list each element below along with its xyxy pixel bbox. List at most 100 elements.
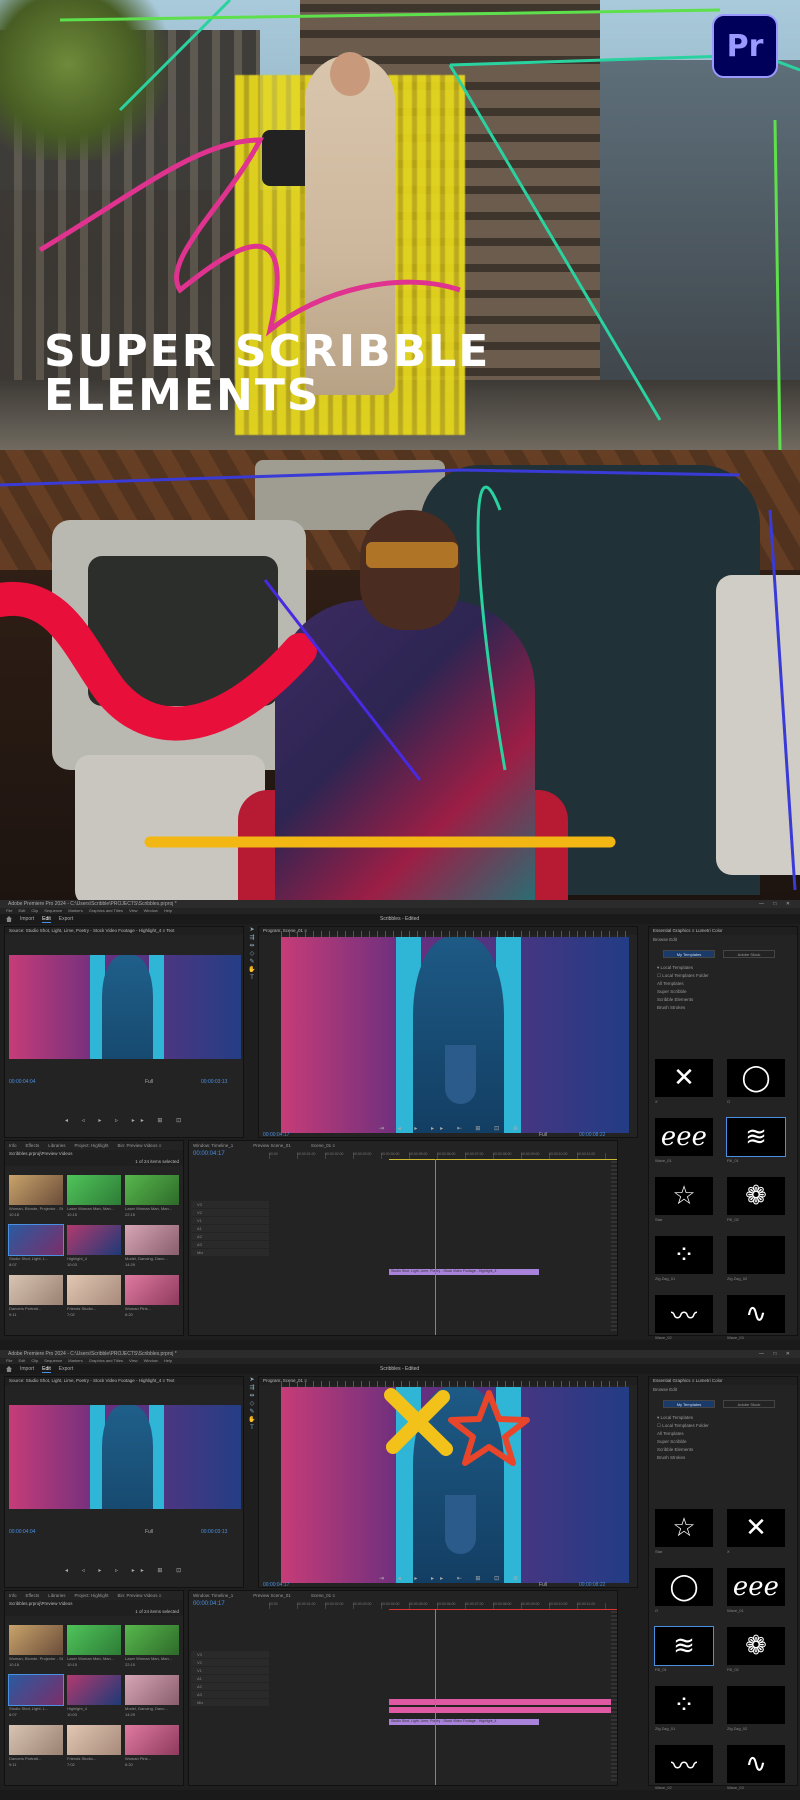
track-header[interactable]: A2 [191,1233,269,1240]
bin-item[interactable]: Woman, Blonde, Projector - Stock ...10:1… [9,1625,63,1667]
track-header[interactable]: V1 [191,1667,269,1674]
workspace-tab[interactable]: Import [20,916,34,922]
graphics-clip-1[interactable] [389,1699,617,1705]
egp-source-button[interactable]: Adobe Stock [723,950,775,958]
source-monitor-tabs[interactable]: Source: Studio Shot, Light, Lime, Poetry… [5,1377,243,1385]
program-timecode-in[interactable]: 00:00:04:17 [263,1582,289,1588]
workspace-tab[interactable]: Export [59,916,73,922]
graphics-clip-2[interactable] [389,1707,617,1713]
timeline-tab[interactable]: Scene_01 ≡ [311,1143,335,1148]
timeline-tab[interactable]: Scene_01 ≡ [311,1593,335,1598]
track-select-icon[interactable]: ⇶ [248,1384,256,1392]
egp-folder-item[interactable]: Super Scribble [657,988,789,996]
egp-template-item[interactable]: ◯ O [727,1059,789,1104]
egp-template-item[interactable]: ☆ Star [655,1177,717,1222]
pen-tool-icon[interactable]: ✎ [248,1408,256,1416]
egp-folder-item[interactable]: Super Scribble [657,1438,789,1446]
ripple-edit-icon[interactable]: ⇹ [248,1392,256,1400]
home-icon[interactable] [6,916,12,922]
egp-tabs[interactable]: Browse Edit [649,935,797,944]
project-tab[interactable]: Project: Highlight [74,1593,108,1598]
timeline-timecode[interactable]: 00:00:04:17 [193,1601,225,1607]
project-tab[interactable]: Effects [26,1143,40,1148]
program-timecode-in[interactable]: 00:00:04:17 [263,1132,289,1138]
track-header[interactable]: A1 [191,1225,269,1232]
bin-item[interactable]: Dancers Portrait... 9:11 [9,1275,63,1317]
egp-template-item[interactable]: ✕ X [655,1059,717,1104]
type-tool-icon[interactable]: T [248,974,256,982]
egp-template-item[interactable]: ≋ Fill_01 [654,1626,717,1672]
bin-item[interactable]: Woman Pink... 6:20 [125,1725,179,1767]
timeline-tab[interactable]: Preview Scene_01 [253,1593,291,1598]
program-playback-controls[interactable]: ⇥ ◂ ▸ ▸▸ ⇤ ⊞ ⊡ ⊕ [379,1125,524,1132]
bin-item[interactable]: Laser Woman Man, Man... 22:15 [125,1175,179,1217]
bin-item[interactable]: Friends Studio... 7:02 [67,1275,121,1317]
egp-template-item[interactable]: ℯℯℯ Wave_01 [727,1568,789,1613]
egp-template-item[interactable]: ✕ X [727,1509,789,1554]
egp-template-item[interactable]: 〰 Wave_02 [655,1295,717,1340]
timeline-tab[interactable]: Window: Timeline_1 [193,1143,233,1148]
project-tab[interactable]: Project: Highlight [74,1143,108,1148]
bin-item[interactable]: Highlight_4 10:03 [67,1225,121,1267]
egp-folder-item[interactable]: Scribble Elements [657,996,789,1004]
track-header[interactable]: A3 [191,1241,269,1248]
workspace-tab[interactable]: Edit [42,916,51,923]
ripple-edit-icon[interactable]: ⇹ [248,942,256,950]
egp-template-item[interactable]: 〰 Wave_02 [655,1745,717,1790]
egp-tabs[interactable]: Browse Edit [649,1385,797,1394]
track-select-icon[interactable]: ⇶ [248,934,256,942]
bin-item[interactable]: Woman, Blonde, Projector - Stock ...10:1… [9,1175,63,1217]
program-fit[interactable]: Full [539,1582,547,1588]
source-playback-controls[interactable]: ◂ ◃ ▸ ▹ ▸▸ ⊞ ⊡ [65,1117,187,1124]
bin-item[interactable]: Laser Woman Man, Man... 10:15 [67,1175,121,1217]
project-tab[interactable]: Libraries [48,1593,65,1598]
window-controls[interactable]: — □ ✕ [759,901,794,907]
track-header[interactable]: V2 [191,1659,269,1666]
egp-folder-item[interactable]: ▾ Local Templates [657,1414,789,1422]
egp-template-item[interactable]: ∿ Wave_03 [727,1295,789,1340]
egp-template-item[interactable]: ⁘ Zig Zag_01 [655,1686,717,1731]
bin-item[interactable]: Studio Shot, Light, L... 8:07 [8,1224,64,1267]
egp-folder-item[interactable]: Brush Strokes [657,1454,789,1462]
track-header[interactable]: Mix [191,1249,269,1256]
egp-template-item[interactable]: ⁘ Zig Zag_01 [655,1236,717,1281]
track-header[interactable]: V2 [191,1209,269,1216]
project-tab[interactable]: Info [9,1593,17,1598]
egp-template-item[interactable]: Zig Zag_02 [727,1236,789,1281]
egp-template-item[interactable]: ☆ Star [655,1509,717,1554]
track-header[interactable]: A1 [191,1675,269,1682]
egp-template-item[interactable]: ≋ Fill_01 [726,1117,789,1163]
egp-title[interactable]: Essential Graphics ≡ Lumetri Color [649,1377,797,1385]
razor-tool-icon[interactable]: ◇ [248,1400,256,1408]
egp-folder-item[interactable]: All Templates [657,980,789,988]
egp-source-button[interactable]: My Templates [663,1400,715,1408]
source-fit[interactable]: Full [145,1529,153,1535]
timeline-tab[interactable]: Preview Scene_01 [253,1143,291,1148]
egp-folder-item[interactable]: ☐ Local Templates Folder [657,1422,789,1430]
track-header[interactable]: V3 [191,1651,269,1658]
source-timecode-in[interactable]: 00:00:04:04 [9,1079,35,1085]
egp-template-item[interactable]: ❁ Fill_02 [727,1177,789,1222]
track-header[interactable]: A2 [191,1683,269,1690]
hand-tool-icon[interactable]: ✋ [248,1416,256,1424]
program-playback-controls[interactable]: ⇥ ◂ ▸ ▸▸ ⇤ ⊞ ⊡ ⊕ [379,1575,524,1582]
workspace-tab[interactable]: Edit [42,1366,51,1373]
workspace-tab[interactable]: Import [20,1366,34,1372]
project-tab[interactable]: Bin: Preview Videos ≡ [118,1143,162,1148]
bin-item[interactable]: Highlight_4 10:03 [67,1675,121,1717]
home-icon[interactable] [6,1366,12,1372]
egp-folder-item[interactable]: ▾ Local Templates [657,964,789,972]
track-header[interactable]: V1 [191,1217,269,1224]
timeline-timecode[interactable]: 00:00:04:17 [193,1151,225,1157]
workspace-tab[interactable]: Export [59,1366,73,1372]
egp-source-button[interactable]: My Templates [663,950,715,958]
hand-tool-icon[interactable]: ✋ [248,966,256,974]
track-header[interactable]: A3 [191,1691,269,1698]
egp-template-item[interactable]: Zig Zag_02 [727,1686,789,1731]
egp-template-item[interactable]: ❁ Fill_02 [727,1627,789,1672]
bin-item[interactable]: Laser Woman Man, Man... 22:15 [125,1625,179,1667]
source-timecode-in[interactable]: 00:00:04:04 [9,1529,35,1535]
source-playback-controls[interactable]: ◂ ◃ ▸ ▹ ▸▸ ⊞ ⊡ [65,1567,187,1574]
bin-item[interactable]: Model, Dancing, Danc... 14:29 [125,1225,179,1267]
bin-item[interactable]: Dancers Portrait... 9:11 [9,1725,63,1767]
